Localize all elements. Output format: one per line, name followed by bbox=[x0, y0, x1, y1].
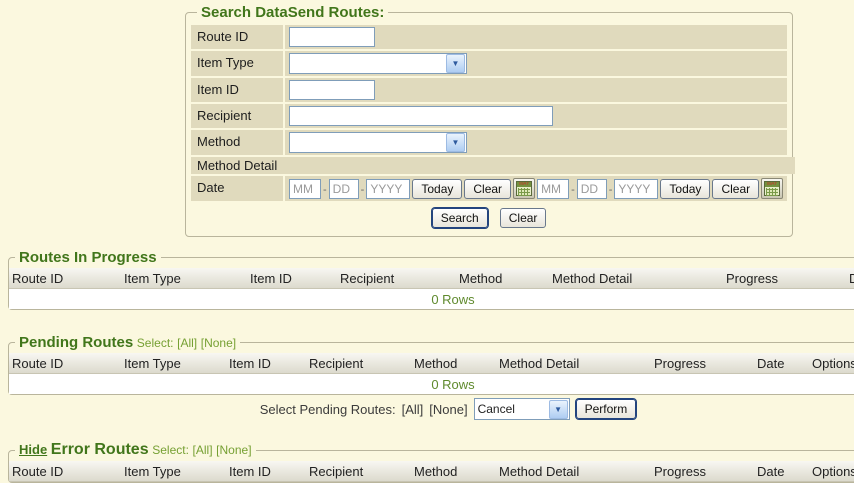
date-to-yyyy-input[interactable] bbox=[614, 179, 658, 199]
pending-routes-empty-row: 0 Rows bbox=[9, 374, 854, 394]
header-progress: Progress bbox=[654, 464, 757, 479]
search-form-actions: Search Clear bbox=[191, 201, 787, 230]
header-method-detail: Method Detail bbox=[499, 356, 654, 371]
header-item-type: Item Type bbox=[124, 464, 229, 479]
date-from-calendar-button[interactable]: MAY bbox=[513, 178, 535, 199]
recipient-input[interactable] bbox=[289, 106, 553, 126]
header-route-id: Route ID bbox=[9, 464, 124, 479]
date-separator: - bbox=[571, 184, 575, 199]
method-row: Method ▼ bbox=[191, 130, 787, 155]
error-select-none-link[interactable]: [None] bbox=[216, 443, 251, 457]
search-form-title: Search DataSend Routes: bbox=[197, 4, 388, 21]
chevron-down-icon: ▼ bbox=[446, 54, 465, 73]
item-id-input[interactable] bbox=[289, 80, 375, 100]
header-method: Method bbox=[459, 271, 552, 286]
pending-actions-none-link[interactable]: [None] bbox=[429, 402, 467, 417]
header-route-id: Route ID bbox=[9, 271, 124, 286]
chevron-down-icon: ▼ bbox=[549, 400, 568, 419]
route-id-input[interactable] bbox=[289, 27, 375, 47]
route-id-row: Route ID bbox=[191, 25, 787, 49]
header-item-type: Item Type bbox=[124, 271, 250, 286]
clear-button[interactable]: Clear bbox=[500, 208, 547, 228]
item-type-select[interactable]: ▼ bbox=[289, 53, 467, 74]
item-type-label: Item Type bbox=[191, 51, 283, 76]
header-options: Options bbox=[812, 356, 854, 371]
recipient-row: Recipient bbox=[191, 104, 787, 128]
method-detail-label: Method Detail bbox=[191, 157, 795, 174]
chevron-down-icon: ▼ bbox=[446, 133, 465, 152]
search-button[interactable]: Search bbox=[432, 208, 488, 228]
date-from-yyyy-input[interactable] bbox=[366, 179, 410, 199]
routes-in-progress-empty-row: 0 Rows bbox=[9, 289, 854, 309]
date-to-mm-input[interactable] bbox=[537, 179, 569, 199]
item-type-row: Item Type ▼ bbox=[191, 51, 787, 76]
error-routes-section: Hide Error Routes Select: [All] [None] R… bbox=[8, 441, 854, 483]
pending-select-all-link[interactable]: [All] bbox=[177, 336, 197, 350]
hide-error-routes-link[interactable]: Hide bbox=[19, 442, 47, 457]
routes-in-progress-title: Routes In Progress bbox=[19, 249, 157, 266]
pending-action-select[interactable]: Cancel ▼ bbox=[474, 398, 570, 420]
error-select-all-link[interactable]: [All] bbox=[193, 443, 213, 457]
date-from-clear-button[interactable]: Clear bbox=[464, 179, 511, 199]
pending-actions-label: Select Pending Routes: bbox=[260, 402, 396, 417]
header-progress: Progress bbox=[654, 356, 757, 371]
perform-button[interactable]: Perform bbox=[576, 399, 637, 419]
method-label: Method bbox=[191, 130, 283, 155]
header-options: Options bbox=[812, 464, 854, 479]
calendar-icon: MAY bbox=[516, 181, 532, 196]
recipient-label: Recipient bbox=[191, 104, 283, 128]
error-select-label: Select: bbox=[152, 443, 189, 457]
header-progress: Progress bbox=[726, 271, 849, 286]
item-id-row: Item ID bbox=[191, 78, 787, 102]
pending-actions-bar: Select Pending Routes: [All] [None] Canc… bbox=[0, 396, 854, 422]
date-to-dd-input[interactable] bbox=[577, 179, 607, 199]
calendar-icon: MAY bbox=[764, 181, 780, 196]
header-date: Date bbox=[757, 356, 812, 371]
item-id-label: Item ID bbox=[191, 78, 283, 102]
date-from-today-button[interactable]: Today bbox=[412, 179, 462, 199]
error-routes-header-row: Route ID Item Type Item ID Recipient Met… bbox=[9, 461, 854, 482]
method-select[interactable]: ▼ bbox=[289, 132, 467, 153]
search-routes-fieldset: Search DataSend Routes: Route ID Item Ty… bbox=[185, 4, 793, 237]
header-method-detail: Method Detail bbox=[499, 464, 654, 479]
header-recipient: Recipient bbox=[340, 271, 459, 286]
pending-actions-all-link[interactable]: [All] bbox=[402, 402, 424, 417]
header-method: Method bbox=[414, 464, 499, 479]
pending-routes-header-row: Route ID Item Type Item ID Recipient Met… bbox=[9, 353, 854, 374]
route-id-label: Route ID bbox=[191, 25, 283, 49]
header-date: Date bbox=[849, 271, 854, 286]
header-item-id: Item ID bbox=[229, 464, 309, 479]
header-item-type: Item Type bbox=[124, 356, 229, 371]
pending-select-none-link[interactable]: [None] bbox=[201, 336, 236, 350]
header-date: Date bbox=[757, 464, 812, 479]
routes-in-progress-section: Routes In Progress Route ID Item Type It… bbox=[8, 249, 854, 310]
header-route-id: Route ID bbox=[9, 356, 124, 371]
pending-action-select-value: Cancel bbox=[478, 402, 515, 416]
pending-select-label: Select: bbox=[137, 336, 174, 350]
date-to-today-button[interactable]: Today bbox=[660, 179, 710, 199]
date-separator: - bbox=[323, 184, 327, 199]
date-to-clear-button[interactable]: Clear bbox=[712, 179, 759, 199]
date-label: Date bbox=[191, 176, 283, 201]
date-to-calendar-button[interactable]: MAY bbox=[761, 178, 783, 199]
pending-routes-section: Pending Routes Select: [All] [None] Rout… bbox=[8, 334, 854, 395]
date-from-mm-input[interactable] bbox=[289, 179, 321, 199]
error-routes-title: Error Routes bbox=[51, 441, 149, 458]
header-recipient: Recipient bbox=[309, 356, 414, 371]
header-method-detail: Method Detail bbox=[552, 271, 726, 286]
header-method: Method bbox=[414, 356, 499, 371]
pending-routes-title: Pending Routes bbox=[19, 334, 133, 351]
header-item-id: Item ID bbox=[250, 271, 340, 286]
method-detail-row: Method Detail bbox=[191, 157, 787, 174]
header-item-id: Item ID bbox=[229, 356, 309, 371]
date-separator: - bbox=[609, 184, 613, 199]
date-from-dd-input[interactable] bbox=[329, 179, 359, 199]
date-row: Date - - Today Clear MAY - - Today Cle bbox=[191, 176, 787, 201]
date-separator: - bbox=[361, 184, 365, 199]
header-recipient: Recipient bbox=[309, 464, 414, 479]
routes-in-progress-header-row: Route ID Item Type Item ID Recipient Met… bbox=[9, 268, 854, 289]
